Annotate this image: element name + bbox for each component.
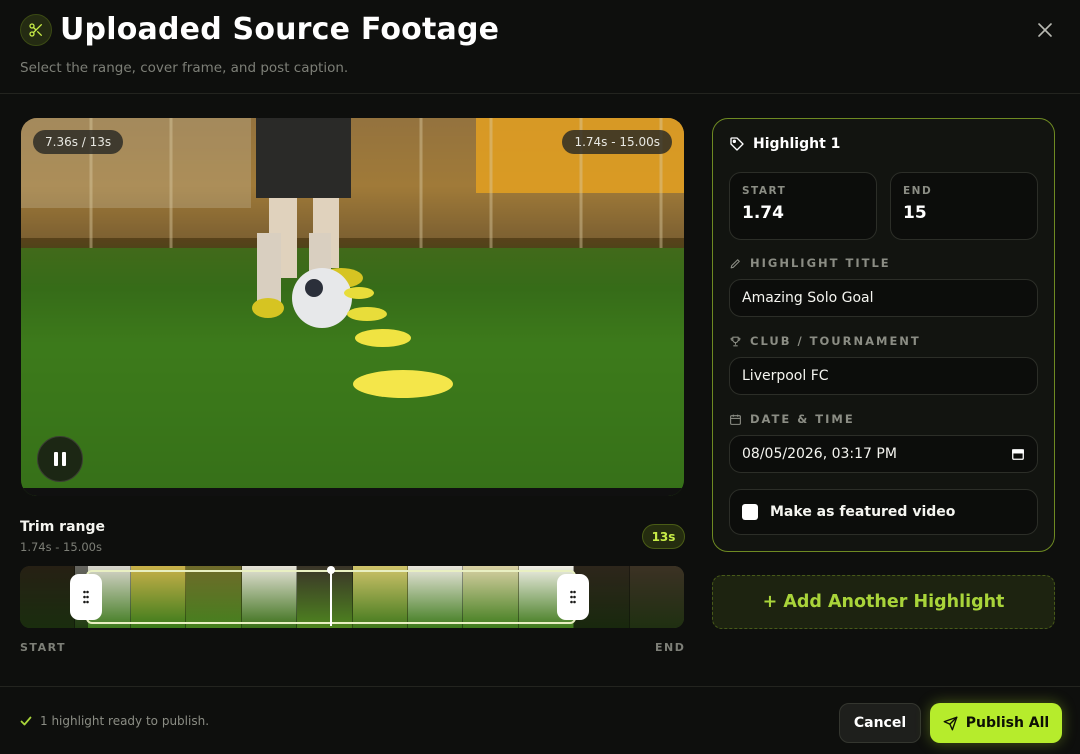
drag-handle-icon	[83, 590, 89, 604]
filmstrip-start-label: START	[20, 641, 67, 654]
modal-footer: 1 highlight ready to publish. Cancel Pub…	[0, 686, 1080, 754]
featured-video-label: Make as featured video	[770, 504, 956, 520]
club-tournament-value: Liverpool FC	[742, 368, 829, 384]
featured-checkbox[interactable]	[742, 504, 758, 520]
trim-range-text: 1.74s - 15.00s	[20, 540, 102, 554]
close-button[interactable]	[1032, 17, 1058, 43]
current-time-badge: 7.36s / 13s	[33, 130, 124, 154]
start-time-box[interactable]: START 1.74	[729, 172, 877, 240]
end-time-box[interactable]: END 15	[890, 172, 1038, 240]
video-preview[interactable]: 7.36s / 13s 1.74s - 15.00s	[21, 118, 684, 496]
playhead-knob[interactable]	[327, 566, 335, 574]
calendar-picker-icon[interactable]	[1011, 447, 1025, 461]
video-frame-illustration	[21, 118, 684, 496]
end-label: END	[903, 185, 933, 197]
date-time-label: DATE & TIME	[729, 412, 855, 426]
range-badge: 1.74s - 15.00s	[562, 130, 672, 154]
club-tournament-label-text: CLUB / TOURNAMENT	[750, 334, 921, 348]
filmstrip-end-label: END	[655, 641, 686, 654]
end-value: 15	[903, 203, 927, 223]
highlight-header: Highlight 1	[729, 136, 840, 152]
featured-video-toggle[interactable]: Make as featured video	[729, 489, 1038, 535]
trim-range-label: Trim range	[20, 519, 106, 535]
duration-badge: 13s	[642, 524, 685, 549]
start-label: START	[742, 185, 787, 197]
calendar-icon	[730, 414, 741, 425]
trim-start-handle[interactable]	[70, 574, 102, 620]
publish-all-button[interactable]: Publish All	[930, 703, 1062, 743]
highlight-panel: Highlight 1 START 1.74 END 15 HIGHLIGHT …	[712, 118, 1055, 552]
highlight-title-input[interactable]: Amazing Solo Goal	[729, 279, 1038, 317]
date-time-value: 08/05/2026, 03:17 PM	[742, 446, 897, 462]
start-value: 1.74	[742, 203, 784, 223]
highlight-title: Highlight 1	[753, 136, 841, 152]
club-tournament-input[interactable]: Liverpool FC	[729, 357, 1038, 395]
publish-status: 1 highlight ready to publish.	[20, 714, 209, 728]
club-tournament-label: CLUB / TOURNAMENT	[729, 334, 921, 348]
playhead[interactable]	[330, 568, 332, 626]
tag-icon	[730, 137, 744, 151]
drag-handle-icon	[570, 590, 576, 604]
page-title: Uploaded Source Footage	[60, 12, 500, 47]
cancel-button[interactable]: Cancel	[839, 703, 921, 743]
check-icon	[20, 716, 32, 726]
pencil-icon	[730, 258, 740, 268]
trophy-icon	[730, 336, 741, 346]
publish-all-label: Publish All	[965, 715, 1050, 731]
date-time-input[interactable]: 08/05/2026, 03:17 PM	[729, 435, 1038, 473]
trim-end-handle[interactable]	[557, 574, 589, 620]
modal-header: Uploaded Source Footage Select the range…	[0, 0, 1080, 94]
publish-status-text: 1 highlight ready to publish.	[40, 714, 210, 728]
add-highlight-button[interactable]: + Add Another Highlight	[712, 575, 1055, 629]
highlight-title-value: Amazing Solo Goal	[742, 290, 874, 306]
pause-icon	[54, 452, 66, 466]
trim-excluded-right	[574, 566, 684, 628]
close-icon	[1038, 23, 1052, 37]
video-bottom-bar	[21, 488, 684, 496]
date-time-label-text: DATE & TIME	[750, 412, 855, 426]
highlight-title-label: HIGHLIGHT TITLE	[729, 256, 891, 270]
highlight-title-label-text: HIGHLIGHT TITLE	[750, 256, 891, 270]
pause-button[interactable]	[37, 436, 83, 482]
scissors-icon	[20, 14, 52, 46]
send-icon	[943, 716, 958, 730]
page-subtitle: Select the range, cover frame, and post …	[20, 60, 349, 76]
